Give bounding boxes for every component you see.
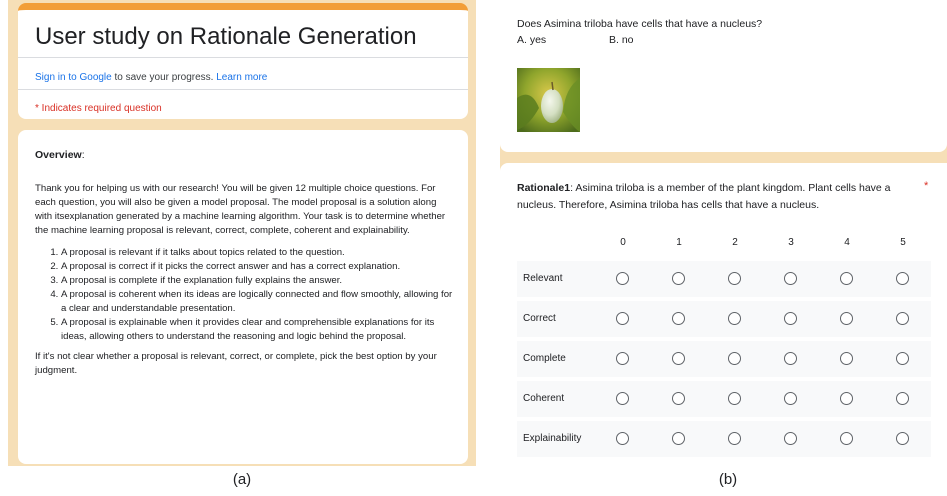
overview-footer: If it's not clear whether a proposal is … [35,351,437,376]
criteria-item: A proposal is relevant if it talks about… [61,246,456,260]
sign-in-row: Sign in to Google to save your progress.… [35,72,267,83]
rationale-rating-card: Rationale1: Asimina triloba is a member … [500,163,947,466]
sign-in-text: to save your progress. [111,72,217,83]
radio-button[interactable] [728,432,741,445]
grid-row-complete: Complete [517,341,931,377]
caption-a: (a) [232,471,252,488]
radio-button[interactable] [840,272,853,285]
question-card: Does Asimina triloba have cells that hav… [500,0,947,152]
radio-button[interactable] [616,392,629,405]
form-overview-panel: User study on Rationale Generation Sign … [8,0,476,466]
column-label: 1 [676,237,682,248]
radio-button[interactable] [784,432,797,445]
overview-intro: Thank you for helping us with our resear… [35,183,446,236]
grid-row-coherent: Coherent [517,381,931,417]
radio-button[interactable] [728,312,741,325]
column-label: 5 [900,237,906,248]
sign-in-link[interactable]: Sign in to Google [35,72,112,83]
row-label: Explainability [523,433,582,444]
overview-card: Overview: Thank you for helping us with … [18,130,468,464]
option-b: B. no [609,34,634,46]
divider [18,57,468,58]
grid-header: 0 1 2 3 4 5 [517,229,931,261]
grid-row-correct: Correct [517,301,931,337]
radio-button[interactable] [672,272,685,285]
column-label: 3 [788,237,794,248]
radio-button[interactable] [896,272,909,285]
radio-button[interactable] [616,312,629,325]
criteria-item: A proposal is explainable when it provid… [61,316,456,344]
radio-button[interactable] [616,352,629,365]
column-label: 4 [844,237,850,248]
criteria-item: A proposal is complete if the explanatio… [61,274,456,288]
radio-button[interactable] [672,392,685,405]
row-label: Correct [523,313,556,324]
radio-button[interactable] [896,312,909,325]
radio-button[interactable] [616,272,629,285]
criteria-item: A proposal is coherent when its ideas ar… [61,288,456,316]
column-label: 2 [732,237,738,248]
caption-b: (b) [718,471,738,488]
question-text: Does Asimina triloba have cells that hav… [517,18,763,30]
radio-button[interactable] [784,272,797,285]
radio-button[interactable] [784,312,797,325]
grid-row-explainability: Explainability [517,421,931,457]
overview-heading-row: Overview: [35,148,456,162]
row-label: Complete [523,353,566,364]
divider [18,89,468,90]
question-panel: Does Asimina triloba have cells that hav… [500,0,947,466]
rationale-text: Rationale1: Asimina triloba is a member … [517,180,917,214]
row-label: Relevant [523,273,563,284]
radio-button[interactable] [728,392,741,405]
radio-button[interactable] [728,352,741,365]
radio-button[interactable] [616,432,629,445]
radio-button[interactable] [840,432,853,445]
radio-button[interactable] [672,312,685,325]
radio-button[interactable] [840,352,853,365]
option-a: A. yes [517,34,547,46]
radio-button[interactable] [728,272,741,285]
form-title: User study on Rationale Generation [35,23,417,50]
learn-more-link[interactable]: Learn more [216,72,267,83]
pawpaw-fruit-image [517,68,580,132]
criteria-item: A proposal is correct if it picks the co… [61,260,456,274]
rating-grid: 0 1 2 3 4 5 Relevant Correct Complete Co… [517,229,931,461]
overview-heading: Overview [35,149,82,161]
column-label: 0 [620,237,626,248]
row-label: Coherent [523,393,565,404]
radio-button[interactable] [784,392,797,405]
radio-button[interactable] [840,312,853,325]
radio-button[interactable] [896,432,909,445]
rationale-body: : Asimina triloba is a member of the pla… [517,182,891,211]
required-note: * Indicates required question [35,103,162,114]
form-title-card: User study on Rationale Generation Sign … [18,3,468,119]
radio-button[interactable] [896,392,909,405]
radio-button[interactable] [672,352,685,365]
overview-heading-colon: : [81,149,85,161]
radio-button[interactable] [672,432,685,445]
criteria-list: A proposal is relevant if it talks about… [35,246,456,344]
grid-row-relevant: Relevant [517,261,931,297]
required-asterisk: * [924,180,929,192]
radio-button[interactable] [896,352,909,365]
rationale-label: Rationale1 [517,182,571,194]
radio-button[interactable] [784,352,797,365]
radio-button[interactable] [840,392,853,405]
